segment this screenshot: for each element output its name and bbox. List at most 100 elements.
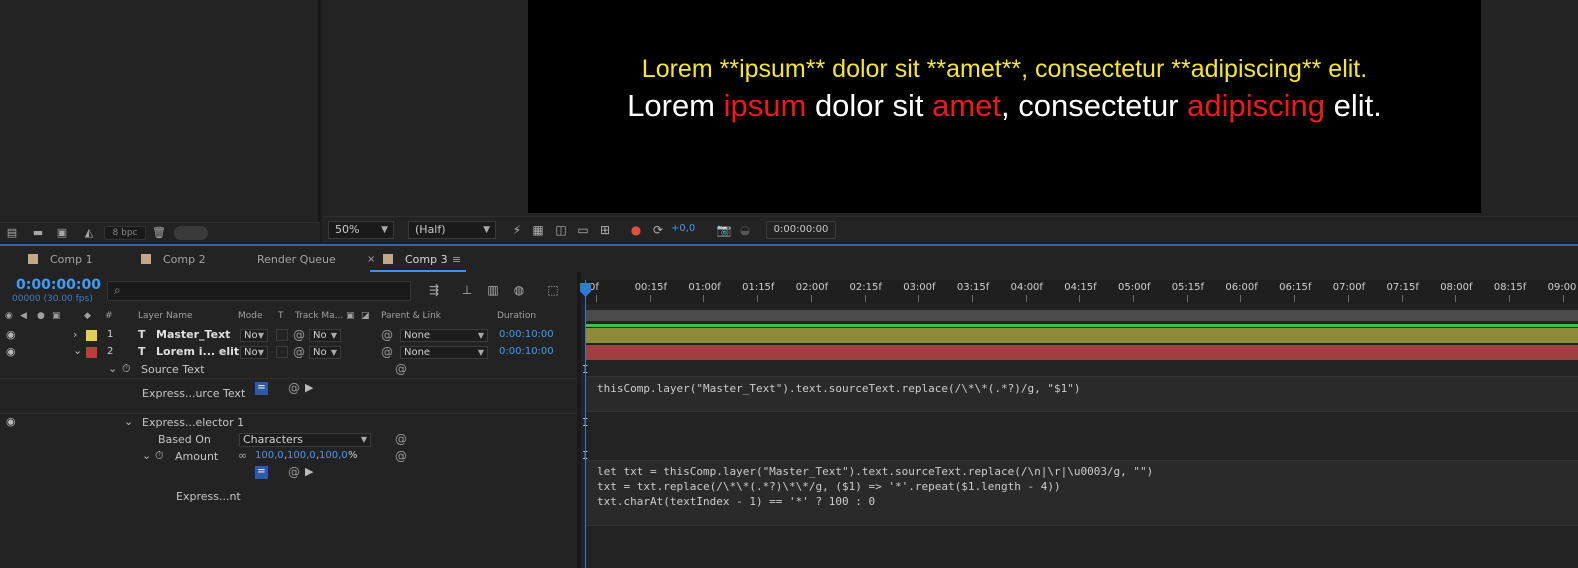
- source-text-row[interactable]: ⌄ ⏱ Source Text @: [0, 362, 577, 378]
- audio-icon[interactable]: ◀: [20, 311, 27, 321]
- time-ruler[interactable]: 0f 00:15f 01:00f 01:15f 02:00f 02:15f 03:00f 03…: [581, 280, 1578, 304]
- resolution-dropdown[interactable]: (Half) ▼: [408, 221, 496, 239]
- parent-pickwhip-icon[interactable]: @: [381, 345, 393, 359]
- amount-y-value[interactable]: 100,0: [287, 450, 316, 461]
- tab-comp-2[interactable]: Comp 2: [141, 250, 206, 270]
- region-of-interest-icon[interactable]: ▭: [575, 222, 591, 238]
- new-composition-icon[interactable]: ▣: [55, 226, 69, 239]
- expression-language-menu-icon[interactable]: ▶: [305, 381, 313, 394]
- draft-3d-icon[interactable]: ⊥: [458, 282, 476, 298]
- graph-editor-icon[interactable]: ⬚: [544, 282, 562, 298]
- chevron-down-icon[interactable]: ⌄: [73, 344, 82, 357]
- chevron-right-icon[interactable]: ›: [73, 328, 77, 341]
- pickwhip-icon[interactable]: @: [288, 381, 300, 395]
- show-snapshot-icon[interactable]: ◒: [737, 222, 753, 238]
- project-settings-icon[interactable]: ◭: [82, 226, 96, 239]
- track-matte-dropdown[interactable]: No ▼: [309, 346, 341, 359]
- channel-icon[interactable]: ●: [628, 222, 644, 238]
- panel-menu-icon[interactable]: ≡: [452, 250, 461, 270]
- chevron-down-icon[interactable]: ⌄: [124, 415, 133, 428]
- tab-comp-1[interactable]: Comp 1: [28, 250, 93, 270]
- label-swatch[interactable]: [86, 347, 97, 358]
- expression-selector-row[interactable]: ◉ ⌄ Express...elector 1: [0, 415, 577, 431]
- exposure-value[interactable]: +0,0: [671, 223, 695, 234]
- layer-duration[interactable]: 0:00:10:00: [499, 329, 554, 340]
- comp-canvas[interactable]: Lorem **ipsum** dolor sit **amet**, cons…: [528, 0, 1481, 213]
- expression-editor-1[interactable]: thisComp.layer("Master_Text").text.sourc…: [585, 376, 1578, 412]
- preserve-transparency-checkbox[interactable]: [276, 346, 288, 358]
- preserve-transparency-checkbox[interactable]: [276, 329, 288, 341]
- parent-pickwhip-icon[interactable]: @: [381, 328, 393, 342]
- layer-name[interactable]: Master_Text: [156, 328, 230, 341]
- col-track-matte[interactable]: Track Ma...: [295, 311, 343, 321]
- pickwhip-icon[interactable]: @: [288, 465, 300, 479]
- constrain-link-icon[interactable]: ∞: [238, 449, 247, 462]
- expression-language-menu-icon[interactable]: ▶: [305, 465, 313, 478]
- chevron-down-icon[interactable]: ⌄: [142, 449, 151, 462]
- expression-amount-row[interactable]: = @ ▶ Express...nt: [0, 465, 577, 516]
- chevron-down-icon[interactable]: ⌄: [108, 362, 117, 375]
- mode-dropdown[interactable]: No ▼: [240, 346, 268, 359]
- amount-z-value[interactable]: 100,0: [319, 450, 348, 461]
- eye-icon[interactable]: ◉: [6, 415, 16, 428]
- layer-bar-2[interactable]: [585, 345, 1578, 360]
- frame-blending-icon[interactable]: ◍: [510, 282, 528, 298]
- stopwatch-icon[interactable]: ⏱: [155, 449, 164, 463]
- bpc-indicator[interactable]: 8 bpc: [104, 226, 146, 240]
- expression-code[interactable]: thisComp.layer("Master_Text").text.sourc…: [597, 381, 1080, 396]
- hide-shy-layers-icon[interactable]: ▥: [484, 282, 502, 298]
- amount-row[interactable]: ⌄ ⏱ Amount ∞ 100,0 , 100,0 , 100,0 % @: [0, 449, 577, 465]
- col-parent[interactable]: Parent & Link: [381, 311, 441, 321]
- interpret-footage-icon[interactable]: ▤: [5, 226, 19, 239]
- trash-icon[interactable]: 🗑: [152, 226, 166, 239]
- thumbnail-slider[interactable]: [174, 226, 208, 240]
- current-time[interactable]: 0:00:00:00: [16, 277, 101, 293]
- new-folder-icon[interactable]: ▬: [31, 226, 45, 239]
- mask-visibility-icon[interactable]: ◫: [553, 222, 569, 238]
- col-layer-name[interactable]: Layer Name: [138, 311, 193, 321]
- pickwhip-icon[interactable]: @: [395, 432, 407, 446]
- label-swatch[interactable]: [86, 330, 97, 341]
- fast-preview-icon[interactable]: ⚡: [509, 222, 525, 238]
- expression-editor-2[interactable]: let txt = thisComp.layer("Master_Text").…: [585, 460, 1578, 526]
- pickwhip-icon[interactable]: @: [293, 328, 305, 342]
- stopwatch-icon[interactable]: ⏱: [122, 362, 131, 376]
- expression-enable-button[interactable]: =: [255, 382, 268, 395]
- eye-icon[interactable]: ◉: [6, 328, 16, 341]
- transparency-grid-icon[interactable]: ▦: [530, 222, 546, 238]
- zoom-dropdown[interactable]: 50% ▼: [328, 221, 394, 239]
- col-mode[interactable]: Mode: [238, 311, 263, 321]
- expression-source-row[interactable]: Express...urce Text = @ ▶: [0, 380, 577, 410]
- eye-icon[interactable]: ◉: [5, 311, 13, 321]
- pickwhip-icon[interactable]: @: [293, 345, 305, 359]
- layer-search-input[interactable]: ⌕: [107, 281, 411, 301]
- pickwhip-icon[interactable]: @: [395, 362, 407, 376]
- color-management-icon[interactable]: ⟳: [650, 222, 666, 238]
- tab-render-queue[interactable]: Render Queue: [257, 250, 336, 270]
- expression-code[interactable]: let txt = thisComp.layer("Master_Text").…: [597, 464, 1153, 509]
- work-area-bar[interactable]: [585, 310, 1578, 321]
- grid-guides-icon[interactable]: ⊞: [597, 222, 613, 238]
- layer-duration[interactable]: 0:00:10:00: [499, 346, 554, 357]
- amount-x-value[interactable]: 100,0: [255, 450, 284, 461]
- layer-bar-1[interactable]: [585, 328, 1578, 343]
- col-duration[interactable]: Duration: [497, 311, 536, 321]
- parent-dropdown[interactable]: None ▼: [400, 346, 488, 359]
- expression-enable-button[interactable]: =: [255, 466, 268, 479]
- track-matte-dropdown[interactable]: No ▼: [309, 329, 341, 342]
- comp-flowchart-icon[interactable]: ⇶: [425, 282, 443, 298]
- snapshot-icon[interactable]: 📷: [716, 222, 732, 238]
- based-on-dropdown[interactable]: Characters ▼: [239, 433, 371, 447]
- lock-icon[interactable]: ▣: [52, 311, 61, 321]
- parent-dropdown[interactable]: None ▼: [400, 329, 488, 342]
- layer-name[interactable]: Lorem i... elit.: [156, 345, 243, 358]
- solo-icon[interactable]: ●: [37, 311, 45, 321]
- close-icon[interactable]: ×: [367, 250, 375, 270]
- mode-dropdown[interactable]: No ▼: [240, 329, 268, 342]
- eye-icon[interactable]: ◉: [6, 345, 16, 358]
- label-tag-icon[interactable]: ◆: [84, 311, 91, 321]
- viewer-timecode[interactable]: 0:00:00:00: [766, 221, 836, 239]
- pickwhip-icon[interactable]: @: [395, 449, 407, 463]
- playhead[interactable]: [585, 280, 586, 568]
- tab-comp-3[interactable]: Comp 3: [383, 250, 448, 270]
